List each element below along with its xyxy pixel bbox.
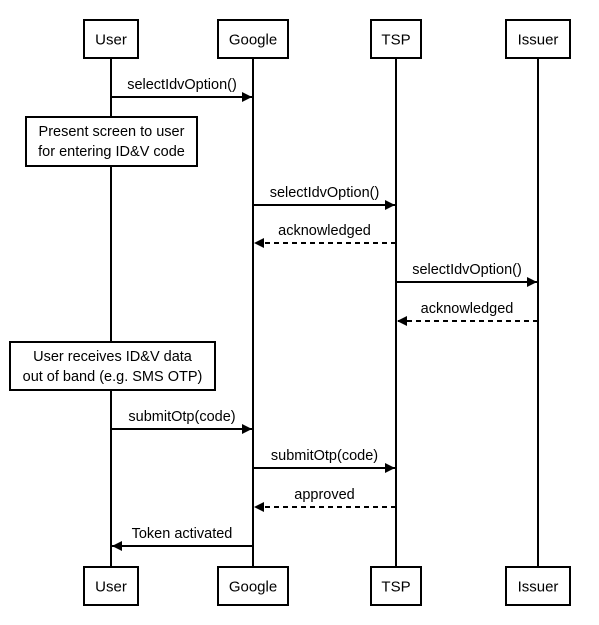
message-google-to-tsp: selectIdvOption() xyxy=(253,185,395,210)
message-label: submitOtp(code) xyxy=(128,409,235,425)
message-tsp-to-google: approved xyxy=(254,487,396,512)
note-over-user: Present screen to user for entering ID&V … xyxy=(25,116,198,167)
participant-issuer-bottom: Issuer xyxy=(505,566,571,606)
participant-label: Google xyxy=(229,579,277,596)
participant-tsp-bottom: TSP xyxy=(370,566,422,606)
message-label: acknowledged xyxy=(421,301,514,317)
message-user-to-google: submitOtp(code) xyxy=(111,409,252,434)
participant-google-top: Google xyxy=(217,19,289,59)
participant-user-top: User xyxy=(83,19,139,59)
note-line: User receives ID&V data xyxy=(33,349,193,365)
note-line: for entering ID&V code xyxy=(38,144,185,160)
note-over-user: User receives ID&V data out of band (e.g.… xyxy=(9,341,216,391)
message-label: Token activated xyxy=(132,526,233,542)
note-line: Present screen to user xyxy=(39,124,185,140)
message-label: selectIdvOption() xyxy=(270,185,380,201)
message-label: approved xyxy=(294,487,354,503)
sequence-diagram: selectIdvOption() selectIdvOption() acknow… xyxy=(9,19,571,606)
message-label: selectIdvOption() xyxy=(412,262,522,278)
participant-label: User xyxy=(95,32,127,49)
message-google-to-user: Token activated xyxy=(112,526,253,551)
message-label: selectIdvOption() xyxy=(127,77,237,93)
participant-google-bottom: Google xyxy=(217,566,289,606)
message-tsp-to-google: acknowledged xyxy=(254,223,396,248)
message-google-to-tsp: submitOtp(code) xyxy=(253,448,395,473)
participant-label: Issuer xyxy=(518,32,559,49)
message-label: submitOtp(code) xyxy=(271,448,378,464)
participant-issuer-top: Issuer xyxy=(505,19,571,59)
participant-label: TSP xyxy=(381,32,410,49)
message-label: acknowledged xyxy=(278,223,371,239)
participant-tsp-top: TSP xyxy=(370,19,422,59)
participant-user-bottom: User xyxy=(83,566,139,606)
message-user-to-google: selectIdvOption() xyxy=(111,77,252,102)
participant-label: Google xyxy=(229,32,277,49)
participant-label: Issuer xyxy=(518,579,559,596)
message-tsp-to-issuer: selectIdvOption() xyxy=(396,262,537,287)
participant-label: User xyxy=(95,579,127,596)
participant-label: TSP xyxy=(381,579,410,596)
note-line: out of band (e.g. SMS OTP) xyxy=(23,369,203,385)
message-issuer-to-tsp: acknowledged xyxy=(397,301,538,326)
